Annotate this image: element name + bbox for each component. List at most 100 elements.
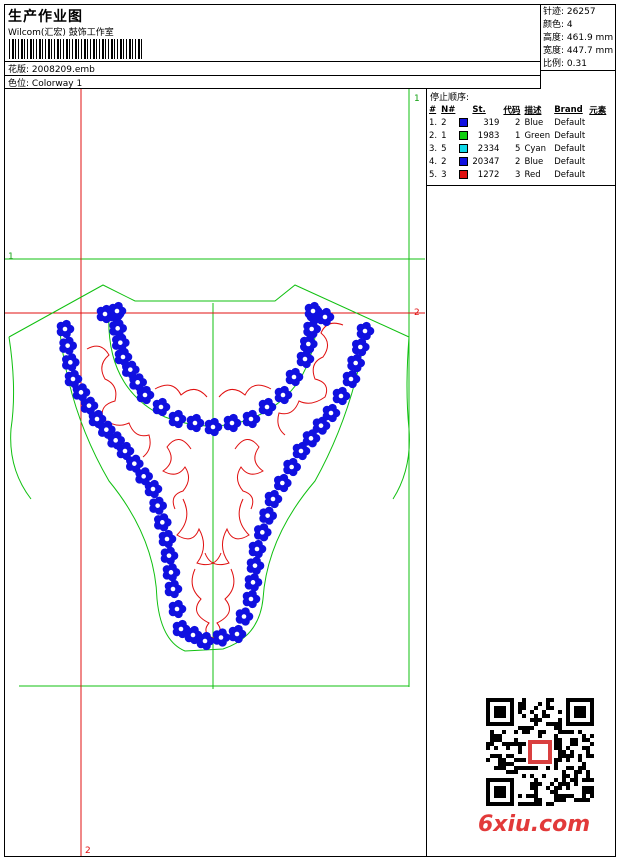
color-swatch	[457, 116, 470, 129]
flower-motif	[164, 579, 183, 599]
row-needle: 2	[441, 156, 447, 167]
table-row: 2. 1 1983 1 Green Default	[427, 129, 608, 142]
panel-divider	[426, 89, 427, 856]
panel-title: 停止顺序:	[430, 93, 470, 103]
row-index: 2.	[429, 130, 438, 141]
row-description: Red	[524, 169, 541, 180]
row-needle: 5	[441, 143, 447, 154]
design-value: 2008209.emb	[31, 65, 95, 75]
row-stitches: 20347	[472, 156, 500, 167]
row-needle: 3	[441, 169, 447, 180]
flower-motif	[332, 386, 351, 406]
flower-motif	[264, 489, 283, 509]
flower-motif	[168, 599, 187, 619]
row-description: Blue	[524, 156, 544, 167]
table-row: 1. 2 319 2 Blue Default	[427, 116, 608, 129]
flower-motif	[144, 479, 163, 499]
col-header: 描述	[524, 105, 542, 116]
blue-flower-border	[56, 301, 375, 651]
stat-label: 高度:	[543, 33, 565, 43]
row-code: 1	[515, 130, 521, 141]
flower-motif	[204, 417, 223, 437]
flower-motif	[228, 624, 247, 644]
color-swatch	[457, 155, 470, 168]
stat-row: 针迹: 26257	[543, 6, 615, 19]
color-swatch	[457, 142, 470, 155]
flower-motif	[258, 397, 277, 417]
flower-motif	[274, 473, 292, 493]
row-description: Blue	[524, 117, 544, 128]
stat-value: 461.9 mm	[566, 33, 614, 43]
col-header: #	[429, 104, 437, 115]
marker-2: 2	[85, 846, 91, 856]
flower-motif	[168, 409, 187, 429]
color-swatch-box	[459, 143, 469, 153]
stat-row: 宽度: 447.7 mm	[543, 45, 615, 58]
row-code: 5	[515, 143, 521, 154]
sheet-title: 生产作业图	[8, 9, 83, 25]
row-index: 5.	[429, 169, 438, 180]
flower-motif	[285, 367, 304, 387]
stat-value: 4	[566, 20, 573, 30]
stat-label: 比例:	[543, 59, 565, 69]
stat-row: 高度: 461.9 mm	[543, 32, 615, 45]
row-stitches: 2334	[477, 143, 500, 154]
flower-motif	[242, 589, 261, 609]
stat-label: 宽度:	[543, 46, 565, 56]
table-row: 4. 2 20347 2 Blue Default	[427, 155, 608, 168]
flower-motif	[59, 336, 77, 355]
row-element	[587, 168, 608, 181]
row-brand: Default	[554, 130, 586, 141]
row-stitches: 1983	[477, 130, 500, 141]
stop-sequence-table: # N# St. 代码 描述 Brand 元素 1. 2 319 2 Blue Defau…	[427, 103, 608, 181]
colorway-line: 色位: Colorway 1	[8, 76, 82, 89]
color-swatch	[457, 129, 470, 142]
color-swatch-box	[459, 130, 469, 140]
flower-motif	[322, 403, 341, 423]
row-brand: Default	[554, 143, 586, 154]
flower-motif	[152, 397, 171, 417]
stop-sequence-panel: 停止顺序: # N# St. 代码 描述 Brand 元素 1. 2 319 2 Blu…	[426, 89, 615, 189]
row-code: 2	[515, 117, 521, 128]
flower-motif	[248, 539, 267, 559]
marker-1: 1	[414, 94, 420, 104]
design-canvas: 1 1 2 2	[5, 89, 425, 856]
col-header: N#	[441, 104, 456, 115]
flower-motif	[356, 321, 375, 341]
flower-motif	[274, 385, 293, 405]
panel-divider	[426, 185, 615, 186]
col-header: St.	[472, 104, 486, 115]
marker-2: 2	[414, 308, 420, 318]
stat-label: 针迹:	[543, 7, 565, 17]
table-header: # N# St. 代码 描述 Brand 元素	[427, 103, 608, 116]
flower-motif	[149, 496, 167, 515]
row-description: Cyan	[524, 143, 546, 154]
color-swatch	[457, 168, 470, 181]
flower-motif	[154, 513, 172, 532]
row-index: 3.	[429, 143, 438, 154]
row-stitches: 1272	[477, 169, 500, 180]
header-block: 生产作业图 Wilcom(汇宏) 鼓饰工作室 花版: 2008209.emb 色…	[5, 5, 541, 89]
row-needle: 1	[441, 130, 447, 141]
flower-motif	[246, 556, 265, 575]
row-brand: Default	[554, 117, 586, 128]
row-index: 1.	[429, 117, 438, 128]
color-swatch-box	[459, 169, 469, 179]
stat-value: 0.31	[566, 59, 587, 69]
design-file-line: 花版: 2008209.emb	[8, 62, 95, 75]
row-element	[587, 116, 608, 129]
qr-code	[486, 698, 594, 806]
row-code: 2	[515, 156, 521, 167]
company-name: Wilcom(汇宏) 鼓饰工作室	[8, 28, 114, 38]
flower-motif	[108, 301, 127, 321]
stat-value: 26257	[566, 7, 596, 17]
row-element	[587, 129, 608, 142]
stat-row: 颜色: 4	[543, 19, 615, 32]
flower-motif	[283, 457, 302, 477]
stats-block: 针迹: 26257 颜色: 4 高度: 461.9 mm 宽度: 447.7 m…	[541, 5, 615, 71]
flower-motif	[352, 337, 370, 357]
flower-motif	[242, 409, 261, 429]
row-brand: Default	[554, 169, 586, 180]
flower-motif	[223, 413, 242, 433]
table-row: 3. 5 2334 5 Cyan Default	[427, 142, 608, 155]
